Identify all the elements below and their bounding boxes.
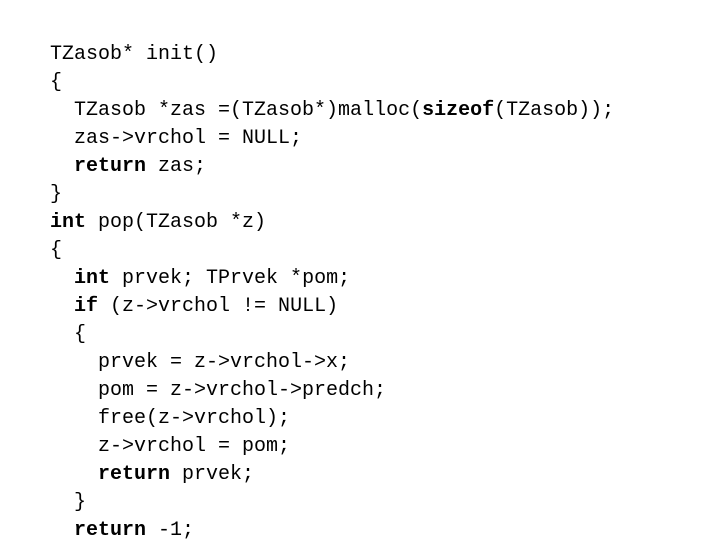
code-text: zas->vrchol = NULL; (74, 127, 303, 150)
code-line: } (50, 181, 614, 209)
code-line: return -1; (50, 517, 614, 540)
code-text: pom = z->vrchol->predch; (98, 379, 387, 402)
code-text: TZasob *zas =(TZasob*)malloc( (74, 99, 423, 122)
code-keyword: sizeof (422, 99, 495, 122)
code-text: (TZasob)); (494, 99, 615, 122)
code-text: z->vrchol = pom; (98, 435, 291, 458)
code-text: free(z->vrchol); (98, 407, 291, 430)
code-text: prvek; (170, 463, 255, 486)
code-text: prvek; TPrvek *pom; (110, 267, 351, 290)
slide-canvas: TZasob* init() { TZasob *zas =(TZasob*)ma… (0, 0, 720, 540)
code-text: zas; (146, 155, 207, 178)
code-line: return zas; (50, 153, 614, 181)
code-keyword: return (74, 519, 147, 540)
code-text: } (50, 183, 63, 206)
code-listing: TZasob* init() { TZasob *zas =(TZasob*)ma… (50, 41, 614, 540)
code-text: TZasob* init() (50, 43, 219, 66)
code-keyword: return (98, 463, 171, 486)
code-line: pom = z->vrchol->predch; (50, 377, 614, 405)
code-line: z->vrchol = pom; (50, 433, 614, 461)
code-line: TZasob* init() (50, 41, 614, 69)
code-line: } (50, 489, 614, 517)
code-line: free(z->vrchol); (50, 405, 614, 433)
code-line: { (50, 237, 614, 265)
code-text: } (74, 491, 87, 514)
code-line: prvek = z->vrchol->x; (50, 349, 614, 377)
code-keyword: return (74, 155, 147, 178)
code-line: { (50, 69, 614, 97)
code-line: TZasob *zas =(TZasob*)malloc(sizeof(TZas… (50, 97, 614, 125)
code-text: { (50, 239, 63, 262)
code-line: if (z->vrchol != NULL) (50, 293, 614, 321)
code-text: { (74, 323, 87, 346)
code-line: int prvek; TPrvek *pom; (50, 265, 614, 293)
code-line: return prvek; (50, 461, 614, 489)
code-line: zas->vrchol = NULL; (50, 125, 614, 153)
code-text: prvek = z->vrchol->x; (98, 351, 351, 374)
code-text: -1; (146, 519, 195, 540)
code-keyword: if (74, 295, 99, 318)
code-text: { (50, 71, 63, 94)
code-keyword: int (50, 211, 87, 234)
code-text: (z->vrchol != NULL) (98, 295, 339, 318)
code-line: { (50, 321, 614, 349)
code-line: int pop(TZasob *z) (50, 209, 614, 237)
code-keyword: int (74, 267, 111, 290)
code-text: pop(TZasob *z) (86, 211, 267, 234)
